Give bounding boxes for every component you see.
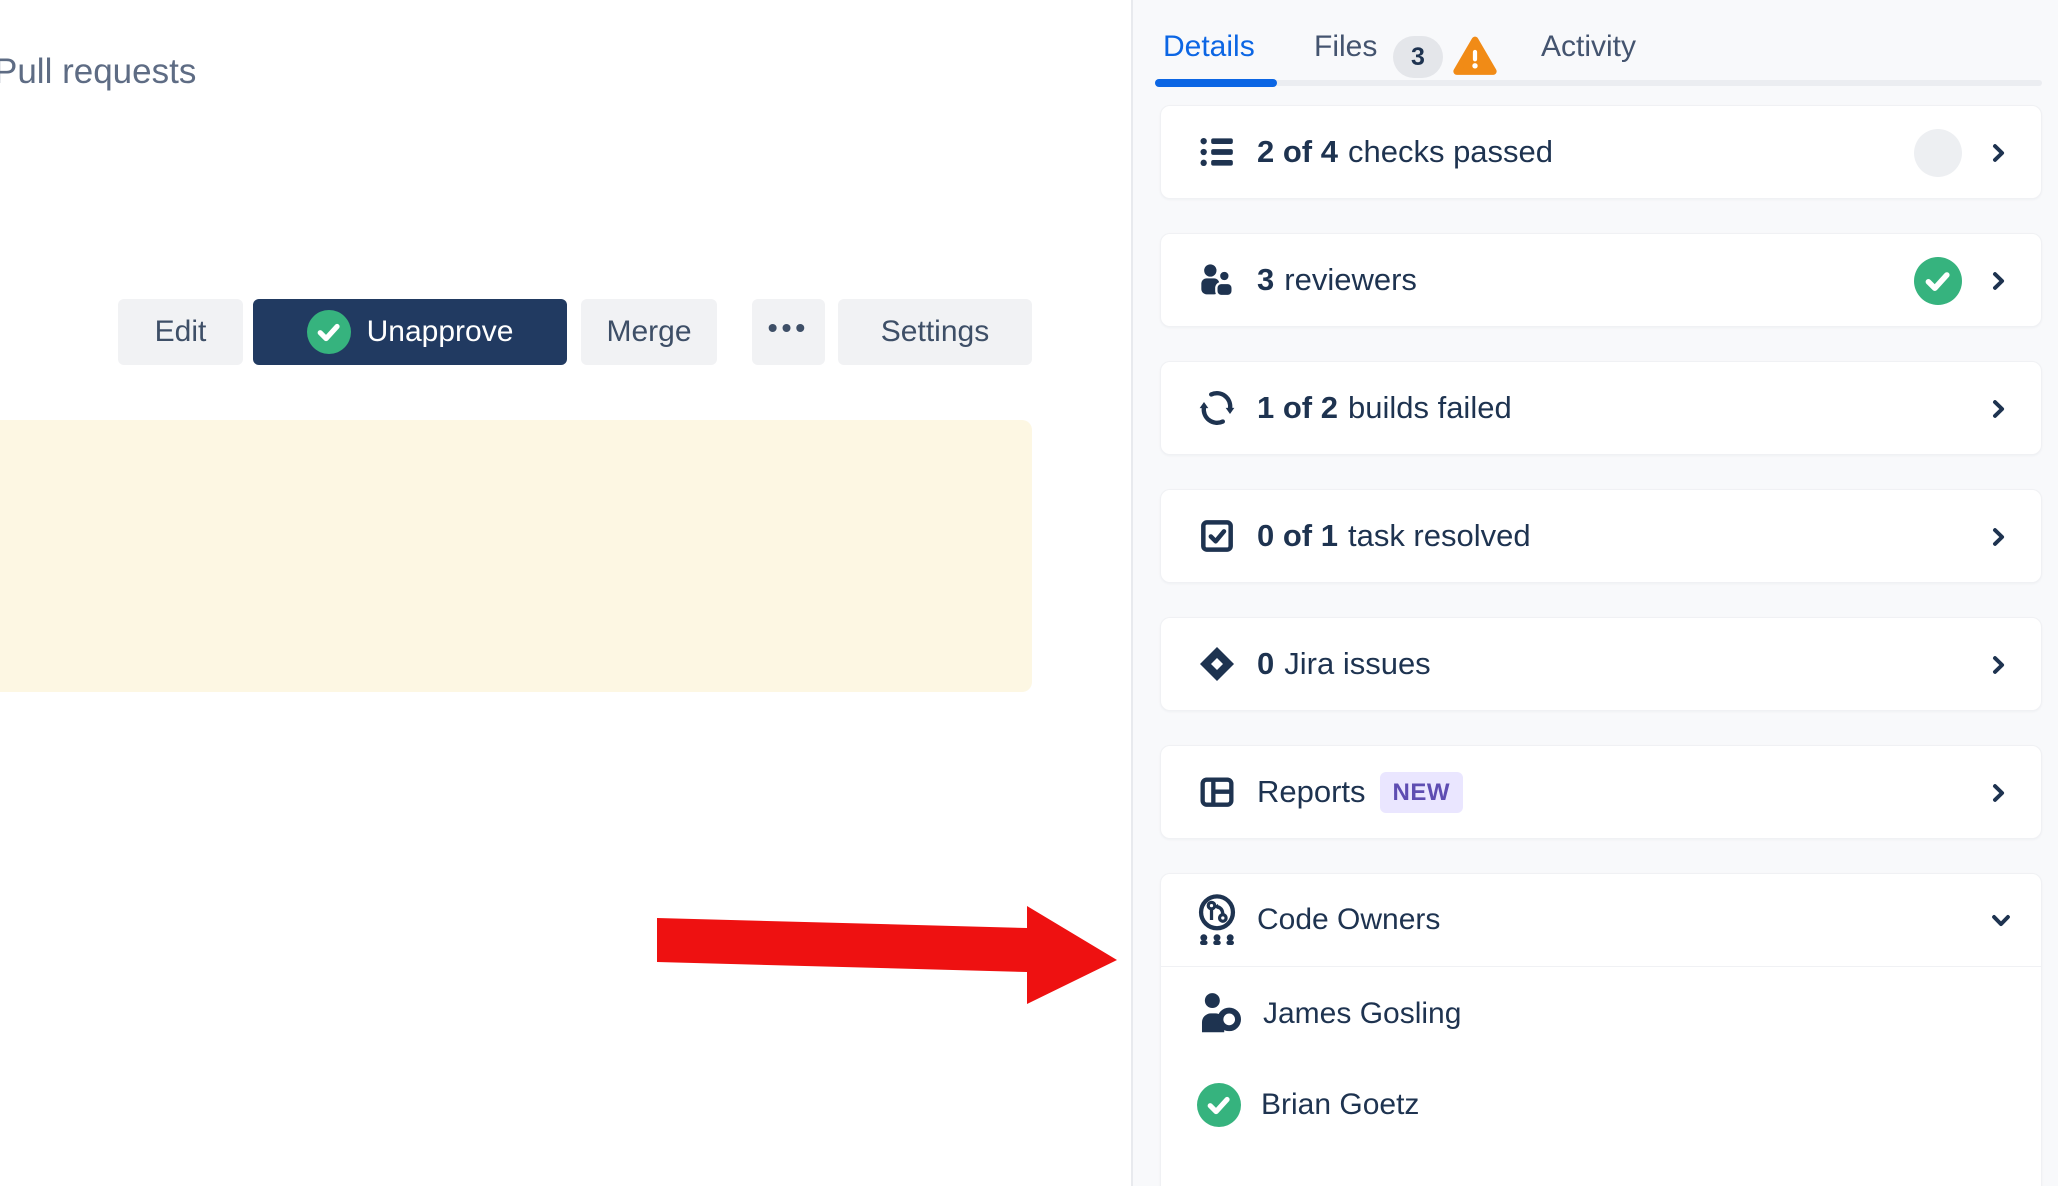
reports-label: Reports [1257,774,1366,810]
checks-passed-row[interactable]: 2 of 4 checks passed [1160,105,2042,199]
builds-sync-icon [1197,388,1237,428]
code-owner-name: James Gosling [1263,997,1461,1031]
warning-icon [1452,34,1498,85]
tasks-label: task resolved [1348,518,1531,554]
tasks-row[interactable]: 0 of 1 task resolved [1160,489,2042,583]
merge-button-label: Merge [606,315,691,349]
page-title: Pull requests [0,52,196,92]
builds-row[interactable]: 1 of 2 builds failed [1160,361,2042,455]
code-owner-name: Brian Goetz [1261,1088,1419,1122]
checklist-icon [1197,132,1237,172]
files-count-badge: 3 [1393,36,1443,78]
jira-label: Jira issues [1284,646,1430,682]
code-owner-item: James Gosling [1161,986,2041,1042]
approved-check-icon [307,310,351,354]
chevron-right-icon[interactable] [1985,521,2011,558]
reports-board-icon [1197,772,1237,812]
chevron-right-icon[interactable] [1985,649,2011,686]
approved-status-circle [1914,257,1962,305]
pending-status-circle [1914,129,1962,177]
builds-count: 1 of 2 [1257,390,1338,426]
checks-count: 2 of 4 [1257,134,1338,170]
highlighted-description-area [0,420,1032,692]
jira-issues-row[interactable]: 0 Jira issues [1160,617,2042,711]
more-options-button[interactable]: ••• [752,299,825,365]
reviewers-row[interactable]: 3 reviewers [1160,233,2042,327]
approved-check-icon [1197,1083,1241,1127]
chevron-right-icon[interactable] [1985,393,2011,430]
unapprove-button-label: Unapprove [367,315,514,349]
merge-button[interactable]: Merge [581,299,717,365]
edit-button-label: Edit [155,315,207,349]
pull-request-page: Pull requests Edit Unapprove Merge ••• S… [0,0,2058,1186]
chevron-right-icon[interactable] [1985,265,2011,302]
chevron-right-icon[interactable] [1985,777,2011,814]
chevron-right-icon[interactable] [1985,137,2011,174]
code-owners-divider [1161,966,2041,967]
files-count-value: 3 [1411,43,1425,72]
code-owners-title: Code Owners [1257,903,1440,937]
code-owners-header[interactable]: Code Owners [1161,874,2041,966]
tab-details[interactable]: Details [1163,30,1255,64]
reviewers-label: reviewers [1284,262,1417,298]
reports-row[interactable]: Reports NEW [1160,745,2042,839]
jira-icon [1197,644,1237,684]
tab-activity-label: Activity [1541,30,1636,63]
edit-button[interactable]: Edit [118,299,243,365]
active-tab-indicator [1155,79,1277,87]
tab-files-label: Files [1314,30,1377,63]
code-owners-card: Code Owners James Gosling Brian Goetz [1160,873,2042,1186]
ellipsis-icon: ••• [768,312,809,344]
settings-button[interactable]: Settings [838,299,1032,365]
tab-details-label: Details [1163,30,1255,63]
people-icon [1197,260,1237,300]
checks-label: checks passed [1348,134,1553,170]
tab-underline-track [1155,80,2042,86]
settings-button-label: Settings [881,315,989,349]
person-pending-icon [1197,991,1243,1037]
jira-count: 0 [1257,646,1274,682]
builds-label: builds failed [1348,390,1512,426]
code-owner-item: Brian Goetz [1161,1077,2041,1133]
reviewers-count: 3 [1257,262,1274,298]
unapprove-button[interactable]: Unapprove [253,299,567,365]
tasks-count: 0 of 1 [1257,518,1338,554]
tab-activity[interactable]: Activity [1541,30,1636,64]
code-owners-icon [1193,892,1241,948]
sidebar-divider [1131,0,1133,1186]
chevron-down-icon[interactable] [1985,907,2017,938]
new-badge: NEW [1380,772,1464,813]
tab-files[interactable]: Files [1314,30,1377,64]
task-checkbox-icon [1197,516,1237,556]
